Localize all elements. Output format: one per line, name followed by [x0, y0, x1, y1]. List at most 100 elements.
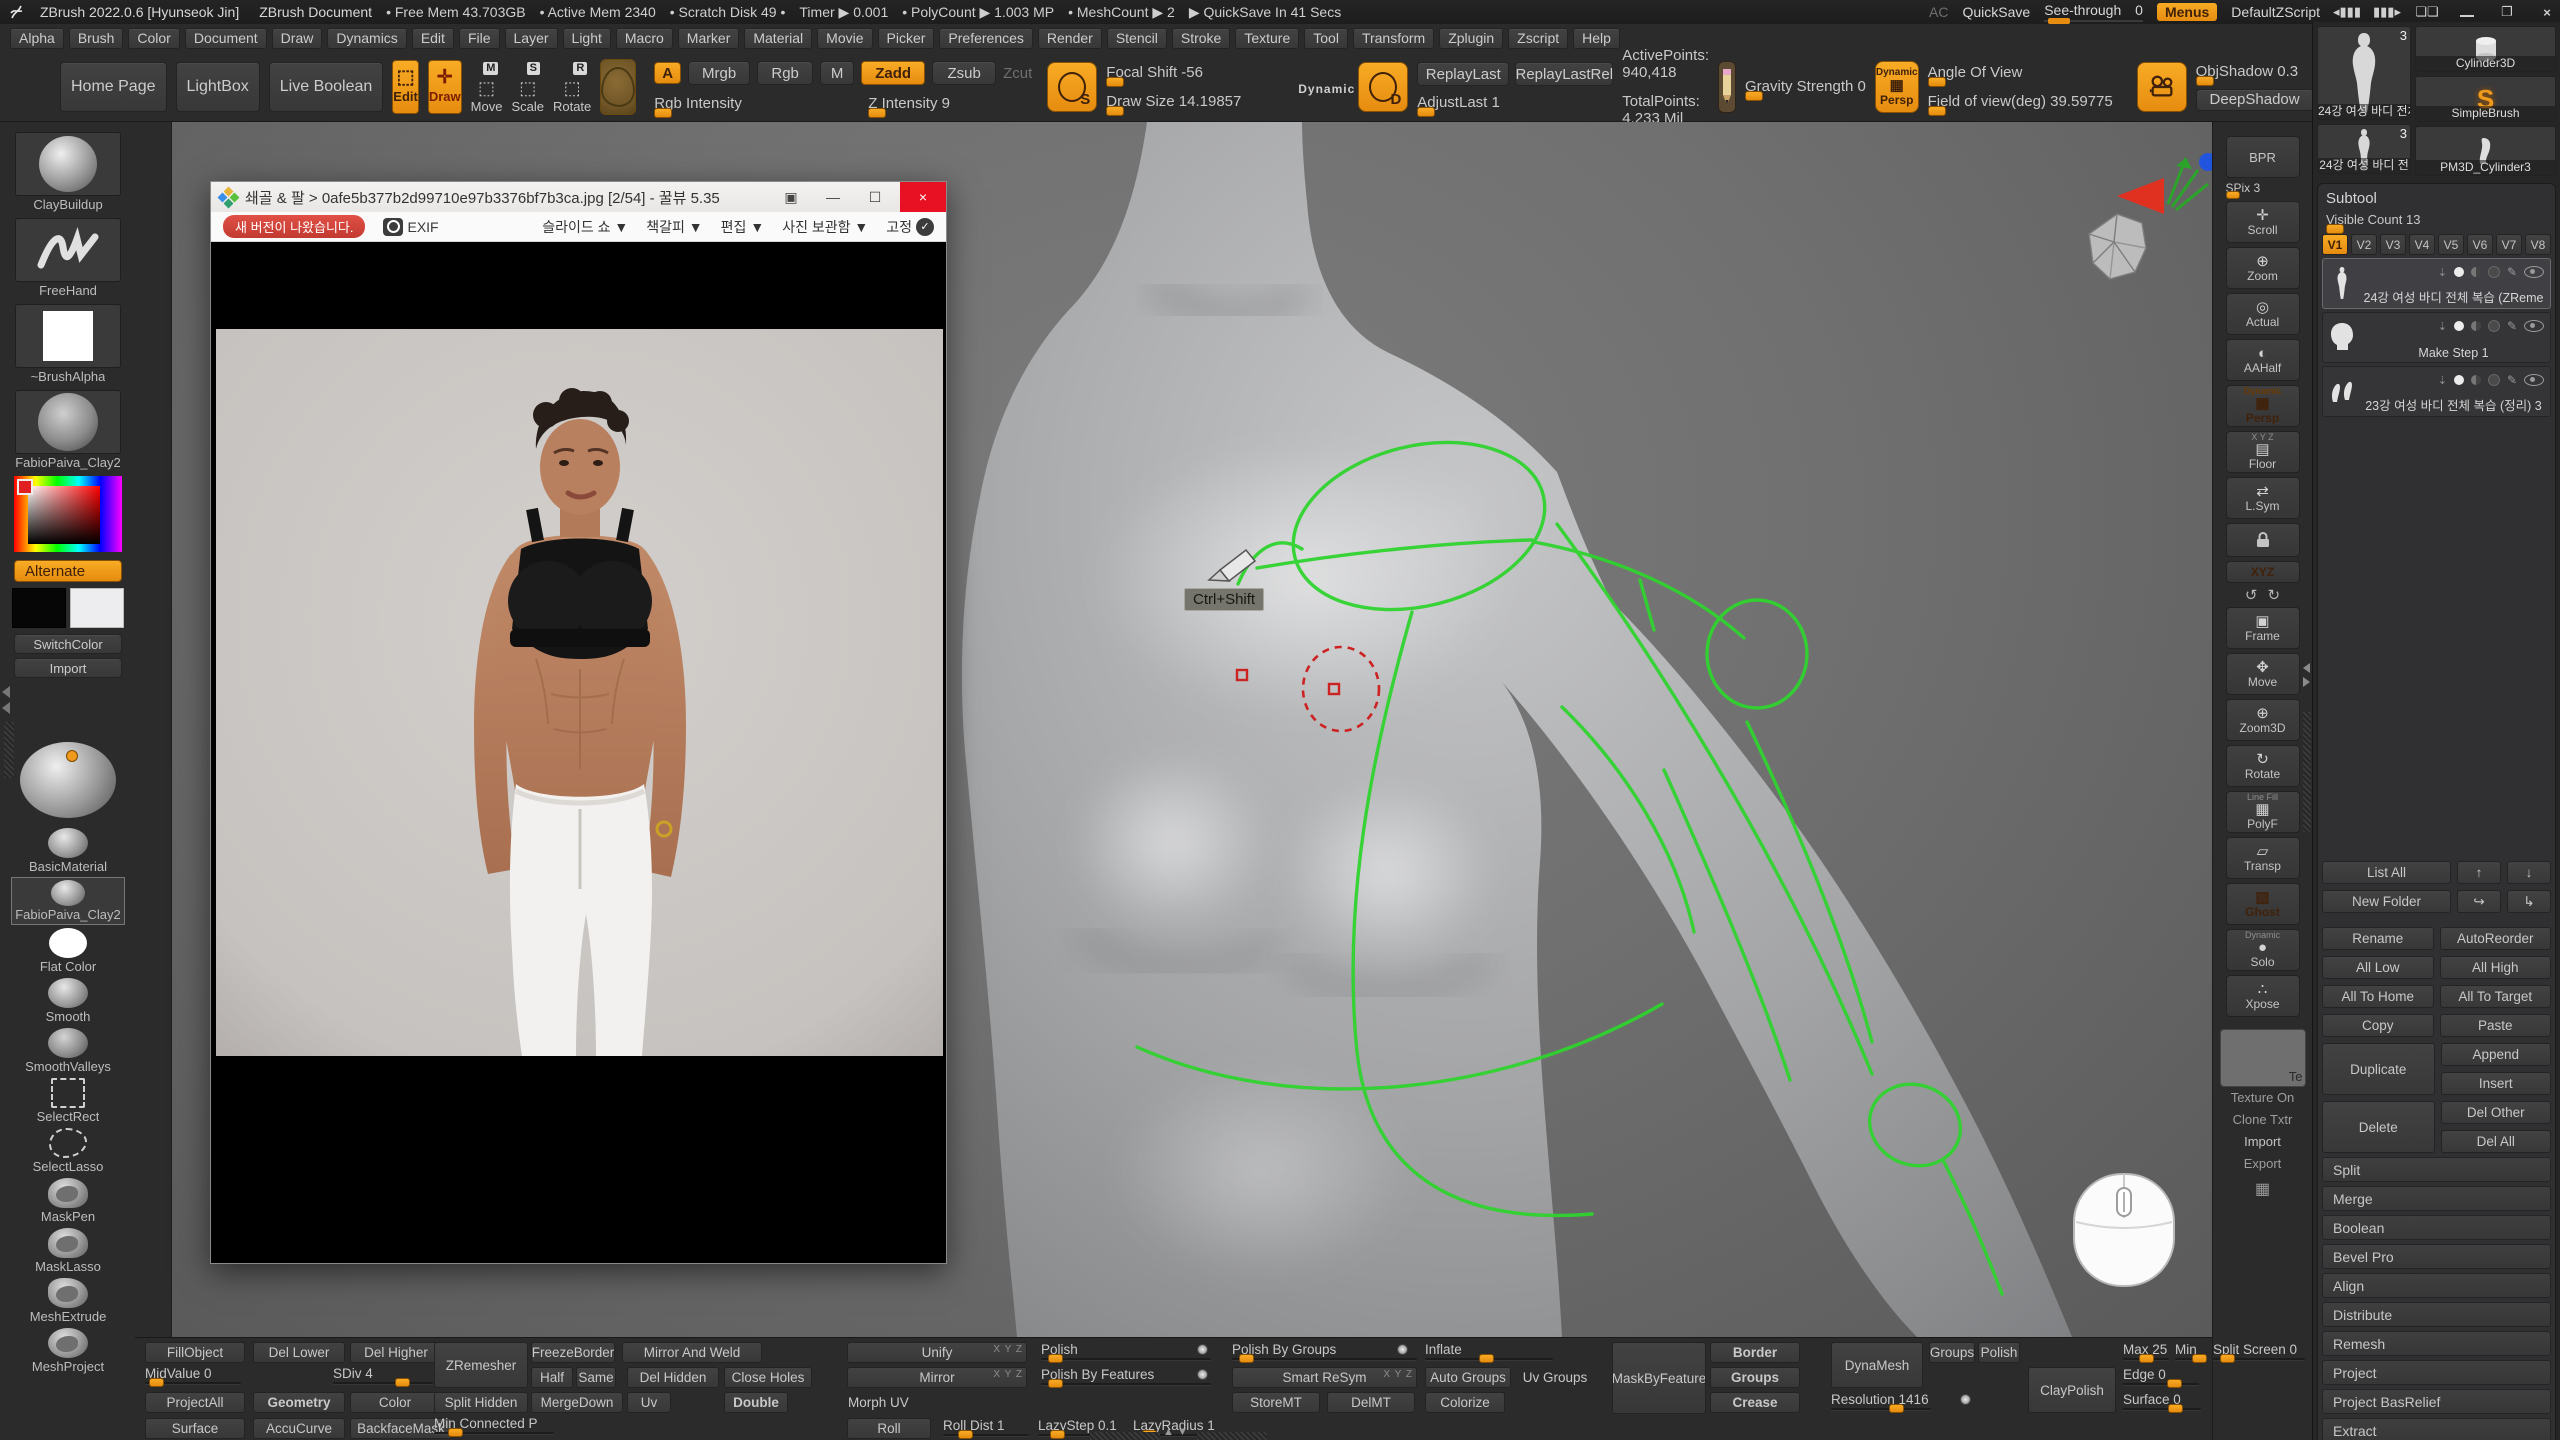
zoom3d-button[interactable]: ⊕Zoom3D: [2226, 699, 2300, 741]
texture-import-button[interactable]: Import: [2244, 1131, 2281, 1153]
mirror-button[interactable]: Mirror X Y Z: [847, 1367, 1027, 1388]
menu-layer[interactable]: Layer: [505, 28, 558, 49]
mirror-and-weld-button[interactable]: Mirror And Weld: [622, 1342, 762, 1363]
zsub-button[interactable]: Zsub: [932, 61, 996, 85]
colorize-button[interactable]: Colorize: [1425, 1392, 1505, 1413]
light-dot-icon[interactable]: [66, 750, 78, 762]
subtool-item-hands[interactable]: ⇣ ✎ 23강 여성 바디 전체 복습 (정리) 3: [2322, 366, 2551, 417]
mid-value-slider[interactable]: MidValue 0: [145, 1366, 241, 1384]
color-picker-gradient[interactable]: [28, 486, 100, 544]
polish-by-features-dot[interactable]: [1197, 1369, 1208, 1380]
dynamesh-button[interactable]: DynaMesh: [1831, 1342, 1923, 1388]
subtool-item-head[interactable]: ⇣ ✎ Make Step 1: [2322, 312, 2551, 363]
deep-shadow-button[interactable]: DeepShadow: [2196, 89, 2314, 111]
same-button[interactable]: Same: [576, 1367, 616, 1388]
distribute-button[interactable]: Distribute: [2322, 1302, 2551, 1327]
uv-icon[interactable]: [2488, 374, 2500, 386]
roll-dist-slider[interactable]: Roll Dist 1: [943, 1418, 1029, 1436]
menu-tool[interactable]: Tool: [1304, 28, 1348, 49]
fov-slider[interactable]: Field of view(deg) 39.59775: [1928, 93, 2128, 110]
quicksave-button[interactable]: QuickSave: [1963, 4, 2031, 20]
bevel-pro-button[interactable]: Bevel Pro: [2322, 1244, 2551, 1269]
brush-smooth[interactable]: Smooth: [12, 978, 124, 1024]
move-down-button[interactable]: ↓: [2507, 861, 2551, 884]
visible-count-slider[interactable]: Visible Count 13: [2326, 211, 2547, 228]
merge-down-button[interactable]: MergeDown: [531, 1392, 623, 1413]
default-zscript-button[interactable]: DefaultZScript: [2231, 4, 2320, 20]
inflate-slider[interactable]: Inflate: [1425, 1342, 1553, 1360]
replay-last-button[interactable]: ReplayLast: [1417, 62, 1509, 86]
edge-slider[interactable]: Edge 0: [2123, 1367, 2199, 1385]
move-out-button[interactable]: ↪: [2457, 890, 2501, 913]
project-all-button[interactable]: ProjectAll: [145, 1392, 245, 1413]
material-flatcolor[interactable]: Flat Color: [12, 928, 124, 974]
lock-button[interactable]: [2226, 523, 2300, 557]
menu-help[interactable]: Help: [1573, 28, 1620, 49]
crease-button[interactable]: Crease: [1710, 1392, 1800, 1413]
switch-color-button[interactable]: SwitchColor: [14, 634, 122, 654]
polypaint-on-icon[interactable]: [2454, 375, 2464, 385]
image-viewer-window[interactable]: 쇄골 & 팔 > 0afe5b377b2d99710e97b3376bf7b3c…: [210, 181, 947, 1264]
camera-head-widget[interactable]: [2089, 214, 2146, 279]
resolution-slider[interactable]: Resolution 1416: [1831, 1392, 1931, 1410]
unify-button[interactable]: Unify X Y Z: [847, 1342, 1027, 1363]
zoom-button[interactable]: ⊕Zoom: [2226, 247, 2300, 289]
shelf-scroll-strip-right[interactable]: [1197, 1432, 1267, 1440]
polish-by-groups-slider[interactable]: Polish By Groups: [1232, 1342, 1417, 1360]
angle-of-view-slider[interactable]: Angle Of View: [1928, 64, 2093, 81]
uv-button[interactable]: Uv: [627, 1392, 671, 1413]
edit-menu[interactable]: 편집 ▼: [721, 217, 765, 237]
polypaint-half-icon[interactable]: [2471, 375, 2481, 385]
brush-edit-icon[interactable]: ✎: [2507, 265, 2517, 279]
bookmark-menu[interactable]: 책갈피 ▼: [646, 217, 702, 237]
transp-button[interactable]: ▱Transp: [2226, 837, 2300, 879]
roll-button[interactable]: Roll: [847, 1418, 931, 1439]
all-low-button[interactable]: All Low: [2322, 956, 2434, 979]
gravity-button[interactable]: [1718, 61, 1736, 113]
persp-toggle-button[interactable]: Dynamic ▦ Persp: [2226, 385, 2300, 427]
stroke-freehand[interactable]: FreeHand: [12, 218, 124, 298]
split-screen-slider[interactable]: Split Screen 0: [2213, 1342, 2305, 1360]
brush-edit-icon[interactable]: ✎: [2507, 373, 2517, 387]
close-button[interactable]: ×: [2534, 3, 2560, 21]
subtool-item-selected[interactable]: ⇣ ✎ 24강 여성 바디 전체 복습 (ZReme: [2322, 258, 2551, 309]
drag-arrow-icon[interactable]: ⇣: [2438, 374, 2447, 387]
rgb-button[interactable]: Rgb: [757, 61, 813, 85]
polish-slider[interactable]: Polish: [1041, 1342, 1211, 1360]
menu-transform[interactable]: Transform: [1353, 28, 1434, 49]
split-hidden-button[interactable]: Split Hidden: [434, 1392, 528, 1413]
stack-windows-icon[interactable]: ❏❏: [2414, 3, 2440, 21]
drag-arrow-icon[interactable]: ⇣: [2438, 320, 2447, 333]
menu-document[interactable]: Document: [185, 28, 267, 49]
menu-texture[interactable]: Texture: [1235, 28, 1299, 49]
brush-meshextrude[interactable]: MeshExtrude: [12, 1278, 124, 1324]
texture-grid-icon[interactable]: ▦: [2255, 1179, 2270, 1199]
tool-cylinder3d[interactable]: Cylinder3D: [2415, 26, 2556, 72]
clone-txtr-button[interactable]: Clone Txtr: [2233, 1109, 2293, 1131]
home-page-button[interactable]: Home Page: [60, 62, 167, 112]
half-button[interactable]: Half: [531, 1367, 573, 1388]
draw-mode-button[interactable]: ✛ Draw: [428, 60, 462, 114]
tool-selectrect[interactable]: SelectRect: [12, 1078, 124, 1124]
scale-mode-button[interactable]: S ⬚ Scale: [511, 60, 544, 114]
adjust-last-slider[interactable]: AdjustLast 1: [1417, 94, 1607, 111]
frame-button[interactable]: ▣Frame: [2226, 607, 2300, 649]
delete-button[interactable]: Delete: [2322, 1101, 2435, 1153]
material-picker-sphere[interactable]: [20, 742, 116, 818]
brush-meshproject[interactable]: MeshProject: [12, 1328, 124, 1374]
tab-v1[interactable]: V1: [2322, 234, 2348, 255]
rotate-3d-button[interactable]: ↻Rotate: [2226, 745, 2300, 787]
copy-button[interactable]: Copy: [2322, 1014, 2434, 1037]
live-boolean-button[interactable]: Live Boolean: [269, 62, 384, 112]
new-folder-button[interactable]: New Folder: [2322, 890, 2451, 913]
floor-button[interactable]: X Y Z ▤ Floor: [2226, 431, 2300, 473]
menu-macro[interactable]: Macro: [616, 28, 673, 49]
menu-alpha[interactable]: Alpha: [10, 28, 64, 49]
restore-button[interactable]: ❐: [2494, 3, 2520, 21]
alpha-a-button[interactable]: A: [654, 62, 681, 84]
geometry-tab-button[interactable]: Geometry: [253, 1392, 345, 1413]
all-to-target-button[interactable]: All To Target: [2440, 985, 2552, 1008]
tool-current-body[interactable]: 3 24강 여성 바디 전체: [2317, 26, 2411, 120]
actual-button[interactable]: ◎Actual: [2226, 293, 2300, 335]
list-all-button[interactable]: List All: [2322, 861, 2451, 884]
